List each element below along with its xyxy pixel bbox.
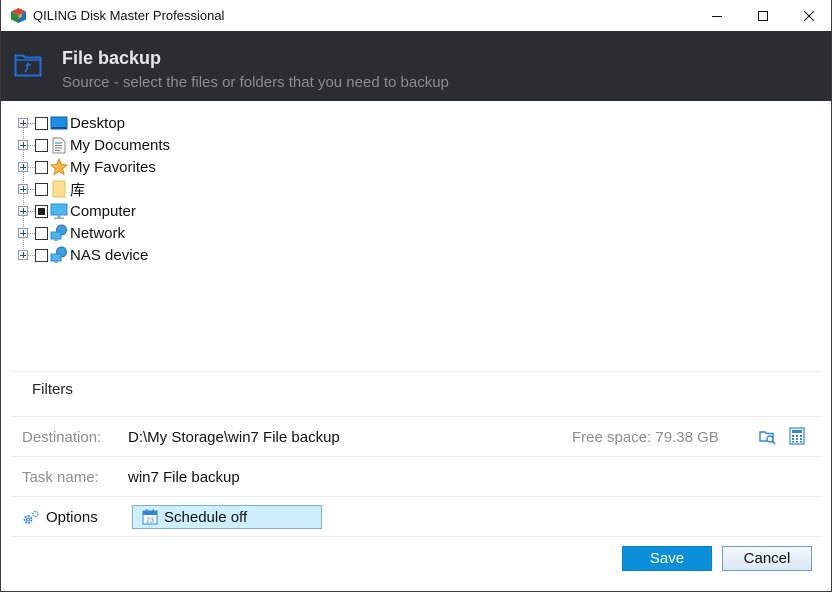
app-logo-icon — [11, 8, 26, 23]
checkbox[interactable] — [35, 160, 48, 174]
computer-icon — [50, 202, 68, 220]
document-icon — [50, 136, 68, 154]
minimize-icon — [712, 15, 722, 17]
divider — [12, 496, 822, 497]
network-icon — [50, 224, 68, 242]
divider — [12, 536, 822, 537]
tree-item-my-favorites[interactable]: My Favorites — [18, 156, 156, 178]
title-bar: QILING Disk Master Professional — [1, 0, 831, 31]
destination-label: Destination: — [22, 429, 102, 446]
browse-folder-button[interactable] — [759, 428, 777, 446]
tree-item-network[interactable]: Network — [18, 222, 125, 244]
divider — [12, 371, 822, 372]
nas-icon — [50, 246, 68, 264]
expand-icon[interactable] — [18, 184, 28, 194]
page-title: File backup — [62, 48, 162, 68]
tree-item-library[interactable]: 库 — [18, 178, 85, 200]
maximize-icon — [758, 10, 768, 21]
tree-item-nas-device[interactable]: NAS device — [18, 244, 148, 266]
page-subtitle: Source - select the files or folders tha… — [62, 74, 449, 91]
page-header: File backup Source - select the files or… — [1, 31, 831, 101]
expand-icon[interactable] — [18, 250, 28, 260]
checkbox[interactable] — [35, 226, 48, 240]
tree-item-desktop[interactable]: Desktop — [18, 112, 125, 134]
browse-folder-icon — [759, 431, 776, 445]
maximize-button[interactable] — [740, 0, 786, 31]
star-icon — [50, 158, 68, 176]
calculator-icon — [789, 427, 805, 445]
expand-icon[interactable] — [18, 228, 28, 238]
source-tree: Desktop My Documents My Favorites 库 Comp… — [1, 101, 831, 371]
library-folder-icon — [50, 180, 68, 198]
expand-icon[interactable] — [18, 162, 28, 172]
expand-icon[interactable] — [18, 118, 28, 128]
expand-icon[interactable] — [18, 206, 28, 216]
tree-item-my-documents[interactable]: My Documents — [18, 134, 170, 156]
checkbox[interactable] — [35, 248, 48, 262]
window-title: QILING Disk Master Professional — [33, 8, 225, 23]
tree-item-computer[interactable]: Computer — [18, 200, 136, 222]
options-button[interactable]: Options — [22, 509, 98, 526]
schedule-button[interactable]: 23 Schedule off — [132, 505, 322, 529]
checkbox[interactable] — [35, 204, 48, 218]
folder-backup-icon — [14, 54, 42, 77]
free-space: Free space: 79.38 GB — [572, 429, 719, 446]
divider — [12, 456, 822, 457]
desktop-icon — [50, 114, 68, 132]
checkbox[interactable] — [35, 138, 48, 152]
task-name-label: Task name: — [22, 469, 99, 486]
expand-icon[interactable] — [18, 140, 28, 150]
divider — [12, 416, 822, 417]
calendar-icon: 23 — [142, 509, 158, 525]
checkbox[interactable] — [35, 182, 48, 196]
gears-icon — [23, 510, 39, 524]
calculator-button[interactable] — [788, 427, 806, 445]
minimize-button[interactable] — [694, 0, 740, 31]
checkbox[interactable] — [35, 116, 48, 130]
filters-link[interactable]: Filters — [32, 381, 73, 398]
task-name-field[interactable]: win7 File backup — [128, 469, 240, 486]
svg-text:23: 23 — [146, 518, 154, 525]
save-button[interactable]: Save — [622, 546, 712, 571]
app-window: QILING Disk Master Professional File bac… — [0, 0, 832, 592]
close-button[interactable] — [786, 0, 832, 31]
destination-path[interactable]: D:\My Storage\win7 File backup — [128, 429, 340, 446]
cancel-button[interactable]: Cancel — [722, 546, 812, 571]
close-icon — [803, 10, 815, 21]
